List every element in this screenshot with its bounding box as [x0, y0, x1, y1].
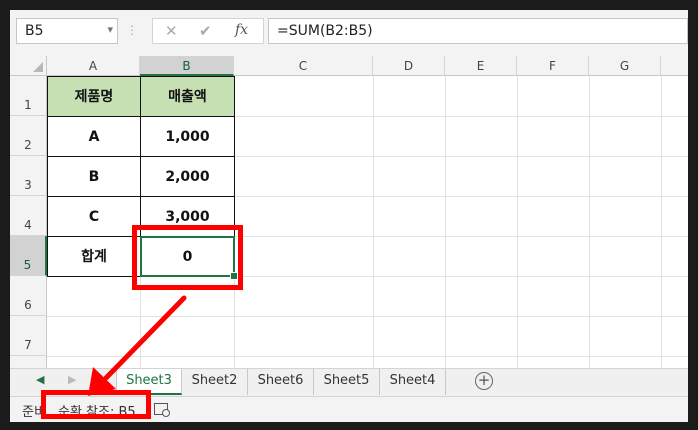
- annotation-arrow: [88, 295, 187, 396]
